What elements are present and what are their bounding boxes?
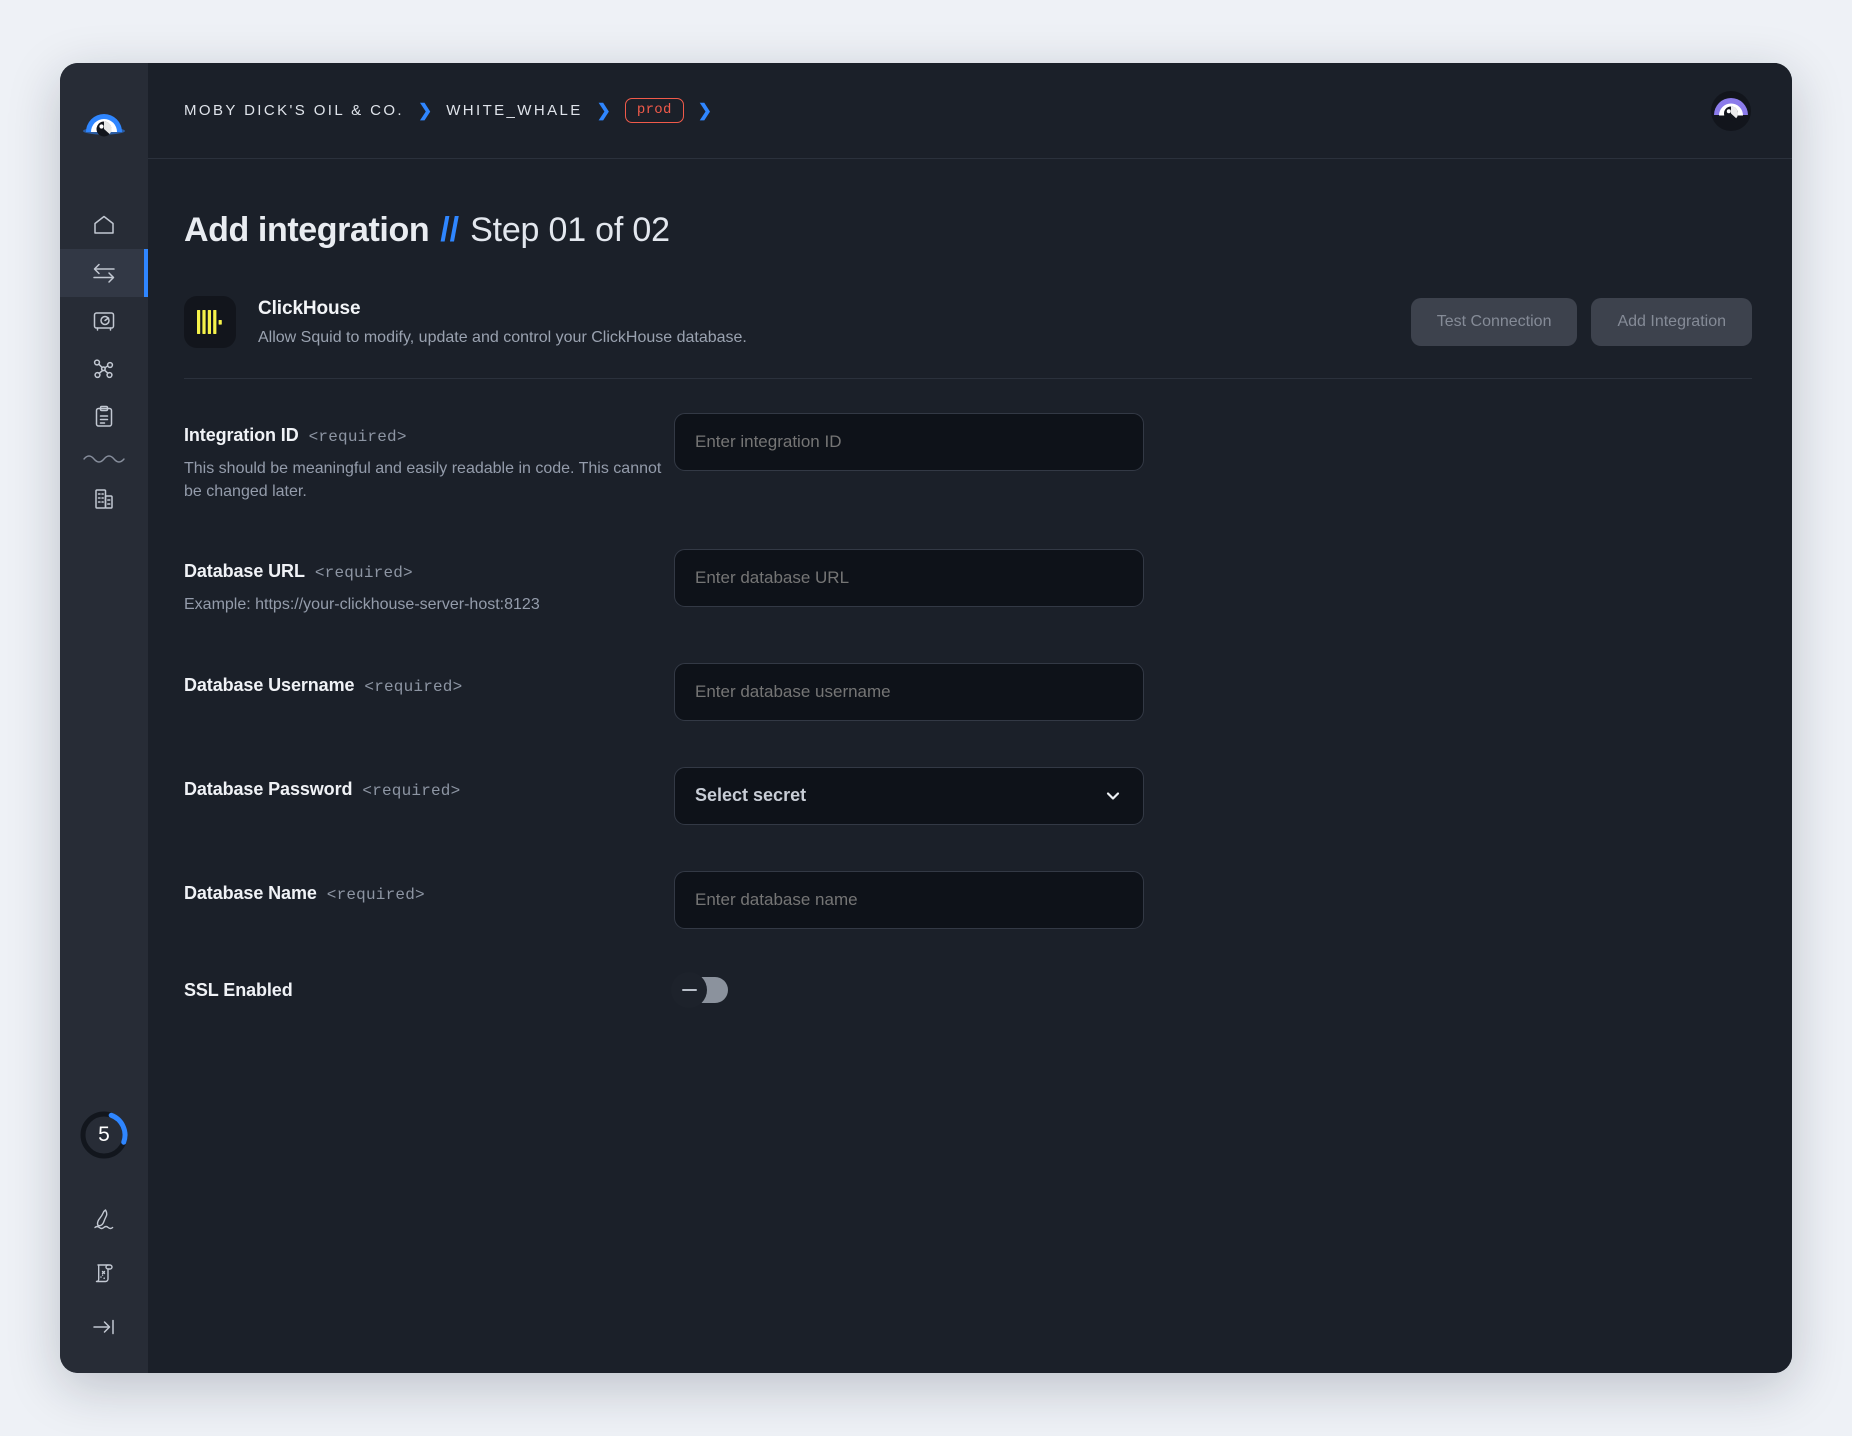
label-text: Database Username [184,674,355,695]
sidebar-item-home[interactable] [60,201,148,249]
onboarding-progress-ring[interactable]: 5 [78,1109,130,1161]
sidebar-item-logs[interactable] [60,393,148,441]
clickhouse-logo-icon [184,296,236,348]
breadcrumb-project[interactable]: WHITE_WHALE [446,102,582,119]
field-control-group [674,549,1144,608]
breadcrumb-org[interactable]: MOBY DICK'S OIL & CO. [184,102,404,119]
sidebar-item-collapse[interactable] [60,1303,148,1351]
topbar: MOBY DICK'S OIL & CO. ❯ WHITE_WHALE ❯ pr… [148,63,1792,159]
integrations-arrows-icon [90,260,118,286]
label-text: Database Name [184,882,317,903]
field-control-group [674,413,1144,471]
page-title-step: Step 01 of 02 [470,211,670,249]
sidebar-wave-divider [60,441,148,475]
integration-id-input[interactable] [674,413,1144,471]
page-title-slashes: // [440,211,460,249]
sidebar: 5 [60,63,148,1373]
home-icon [91,212,117,238]
integration-header: ClickHouse Allow Squid to modify, update… [184,296,1752,379]
label-text: Database URL [184,561,305,582]
label-text: SSL Enabled [184,980,293,1001]
field-row-ssl-enabled: SSL Enabled [184,971,1752,1008]
database-password-secret-select[interactable]: Select secret [674,766,1144,825]
add-integration-button[interactable]: Add Integration [1591,298,1752,346]
integration-id-hint: This should be meaningful and easily rea… [184,460,662,501]
sidebar-nav [60,201,148,523]
field-control-group [671,971,1144,1008]
required-tag: <required> [308,428,407,446]
sidebar-item-organization[interactable] [60,475,148,523]
select-value: Select secret [695,785,807,806]
sidebar-item-schema[interactable] [60,345,148,393]
field-label-group: Integration ID <required> This should be… [184,413,674,503]
test-connection-button[interactable]: Test Connection [1410,298,1578,346]
field-control-group: Select secret [674,766,1144,825]
toggle-knob [671,971,707,1008]
ssl-enabled-label: SSL Enabled [184,980,674,1001]
field-row-integration-id: Integration ID <required> This should be… [184,413,1752,503]
collapse-arrow-icon [90,1314,118,1340]
field-control-group [674,662,1144,721]
sidebar-item-secrets[interactable] [60,297,148,345]
content-area: Add integration // Step 01 of 02 ClickHo… [148,159,1792,1373]
avatar[interactable] [1710,90,1752,132]
breadcrumb: MOBY DICK'S OIL & CO. ❯ WHITE_WHALE ❯ pr… [184,98,1710,123]
sidebar-item-integrations[interactable] [60,249,148,297]
app-logo[interactable] [82,105,126,149]
building-icon [91,486,117,512]
field-row-database-username: Database Username <required> [184,662,1752,721]
field-control-group [674,870,1144,929]
required-tag: <required> [362,781,461,800]
sidebar-item-treasure-map[interactable] [60,1249,148,1297]
page-title: Add integration // Step 01 of 02 [184,211,1752,250]
main-area: MOBY DICK'S OIL & CO. ❯ WHITE_WHALE ❯ pr… [148,63,1792,1373]
label-text: Integration ID [184,425,299,445]
required-tag: <required> [364,677,463,696]
breadcrumb-separator-icon: ❯ [417,101,433,120]
graph-nodes-icon [91,356,117,382]
database-url-label: Database URL <required> [184,561,674,582]
database-name-input[interactable] [674,870,1144,929]
chevron-down-icon [1103,786,1123,806]
ssl-enabled-toggle[interactable] [671,971,728,1008]
required-tag: <required> [326,885,425,904]
header-actions: Test Connection Add Integration [1410,298,1752,346]
breadcrumb-separator-icon: ❯ [596,101,611,120]
database-username-label: Database Username <required> [184,675,674,696]
integration-description: Allow Squid to modify, update and contro… [258,328,747,346]
database-password-label: Database Password <required> [184,779,674,800]
integration-id-label: Integration ID <required> [184,425,674,446]
progress-count: 5 [98,1123,110,1146]
scroll-map-icon [91,1260,117,1286]
field-row-database-name: Database Name <required> [184,870,1752,929]
required-tag: <required> [314,564,413,583]
breadcrumb-environment-chip[interactable]: prod [624,98,684,123]
app-window: 5 MOBY DICK'S OIL & CO. ❯ WHITE_WHALE ❯ … [60,63,1792,1373]
field-label-group: Database Name <required> [184,871,674,904]
database-name-label: Database Name <required> [184,883,674,904]
database-url-hint: Example: https://your-clickhouse-server-… [184,596,540,614]
sidebar-item-message-in-bottle[interactable] [60,1195,148,1243]
sidebar-bottom-group [60,1195,148,1351]
database-username-input[interactable] [674,662,1144,721]
page-title-main: Add integration [184,211,430,249]
integration-text: ClickHouse Allow Squid to modify, update… [258,298,1411,347]
field-label-group: Database Password <required> [184,767,674,800]
field-label-group: Database URL <required> Example: https:/… [184,549,674,616]
field-row-database-password: Database Password <required> Select secr… [184,766,1752,825]
screen-root: 5 MOBY DICK'S OIL & CO. ❯ WHITE_WHALE ❯ … [0,0,1852,1436]
label-text: Database Password [184,778,353,799]
integration-name: ClickHouse [258,297,361,319]
field-label-group: Database Username <required> [184,663,674,696]
field-label-group: SSL Enabled [184,976,674,1001]
field-row-database-url: Database URL <required> Example: https:/… [184,549,1752,616]
safe-vault-icon [91,308,117,334]
database-url-input[interactable] [674,549,1144,608]
breadcrumb-separator-icon: ❯ [697,101,712,120]
bottle-icon [91,1206,117,1232]
clipboard-icon [91,404,117,430]
